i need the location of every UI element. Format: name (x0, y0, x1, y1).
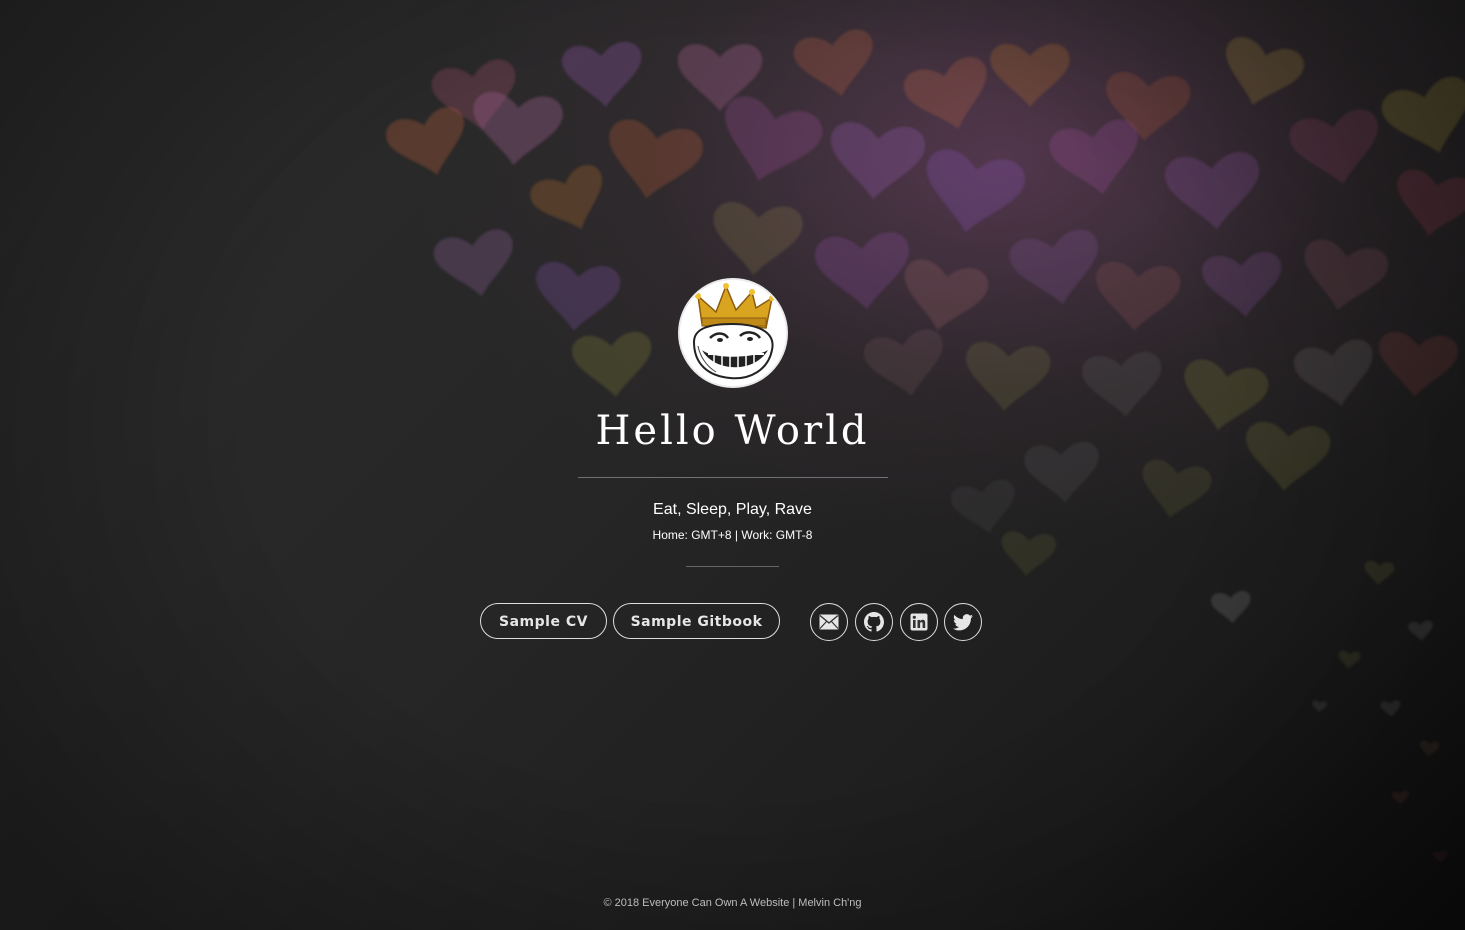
page: Hello World Eat, Sleep, Play, Rave Home:… (0, 0, 1465, 930)
tagline: Eat, Sleep, Play, Rave (653, 501, 812, 518)
mail-icon (819, 614, 839, 630)
email-link[interactable] (810, 603, 848, 641)
timezone-text: Home: GMT+8 | Work: GMT-8 (652, 528, 813, 542)
twitter-link[interactable] (944, 603, 982, 641)
footer-copyright: © 2018 Everyone Can Own A Website | Melv… (603, 897, 862, 909)
title-divider (578, 477, 888, 478)
hearts-background (382, 26, 1465, 864)
troll-face-crown-image (680, 280, 786, 386)
sample-gitbook-button[interactable]: Sample Gitbook (613, 603, 780, 639)
page-title: Hello World (595, 408, 870, 454)
linkedin-link[interactable] (900, 603, 938, 641)
vignette-overlay (0, 0, 1465, 930)
sample-cv-button[interactable]: Sample CV (480, 603, 607, 639)
twitter-icon (953, 613, 973, 630)
subtitle-divider (686, 566, 779, 567)
linkedin-icon (910, 613, 928, 631)
avatar (680, 280, 786, 386)
github-link[interactable] (855, 603, 893, 641)
github-icon (864, 612, 884, 632)
